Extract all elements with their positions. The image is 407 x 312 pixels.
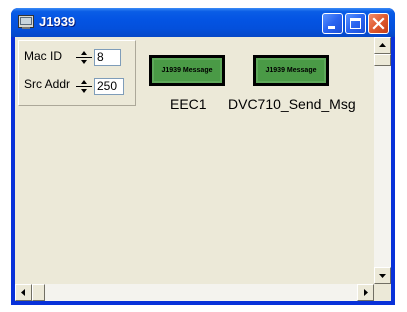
window-title: J1939 [39,14,76,29]
j1939-window: J1939 Mac ID 8 Src Addr 250 J1939 Messag… [11,8,395,305]
mac-id-label: Mac ID [24,49,63,63]
client-area: Mac ID 8 Src Addr 250 J1939 Message EEC1… [15,37,391,301]
app-icon [18,15,34,29]
scroll-left-button[interactable] [15,284,32,301]
mac-id-field[interactable]: 8 [94,49,121,66]
minimize-icon [328,26,335,29]
scroll-right-button[interactable] [357,284,374,301]
minimize-button[interactable] [322,13,343,34]
eec1-caption: EEC1 [170,96,207,112]
message-block-label: J1939 Message [161,67,213,74]
horizontal-scroll-thumb[interactable] [32,284,45,301]
title-bar[interactable]: J1939 [11,8,395,37]
arrow-down-icon [379,274,386,278]
src-addr-spinner[interactable] [75,78,93,95]
src-addr-field[interactable]: 250 [94,78,124,95]
arrow-up-icon [379,43,386,47]
scroll-up-button[interactable] [374,37,391,54]
dvc710-message-block[interactable]: J1939 Message [253,55,329,86]
arrow-right-icon [364,289,368,296]
horizontal-scrollbar[interactable] [15,284,374,301]
scroll-down-button[interactable] [374,267,391,284]
maximize-icon [350,18,361,29]
arrow-left-icon [21,289,25,296]
mac-id-spinner[interactable] [75,49,93,66]
maximize-button[interactable] [345,13,366,34]
close-button[interactable] [368,13,389,34]
settings-panel: Mac ID 8 Src Addr 250 [18,40,136,106]
vertical-scrollbar[interactable] [374,37,391,284]
close-icon [372,17,385,30]
src-addr-label: Src Addr [24,77,71,91]
eec1-message-block[interactable]: J1939 Message [149,55,225,86]
vertical-scroll-thumb[interactable] [374,54,391,66]
message-block-label: J1939 Message [265,67,317,74]
scrollbar-corner [374,284,391,301]
dvc710-caption: DVC710_Send_Msg [228,96,356,112]
